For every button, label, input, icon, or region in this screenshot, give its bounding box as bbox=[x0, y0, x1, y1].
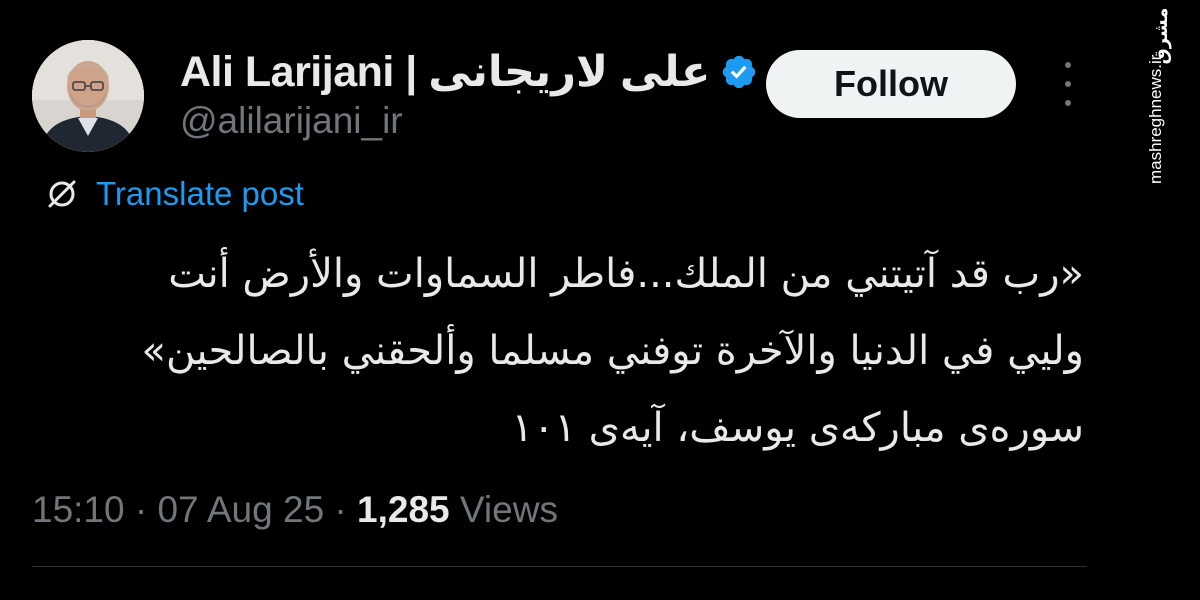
more-dots-icon bbox=[1065, 81, 1071, 87]
author-display-name-row[interactable]: Ali Larijani | علی لاریجانی bbox=[180, 44, 758, 100]
divider bbox=[32, 566, 1087, 567]
post-meta: 15:10 · 07 Aug 25 · 1,285 Views bbox=[32, 486, 558, 534]
post-body: «رب قد آتيتني من الملك...فاطر السماوات و… bbox=[64, 236, 1084, 467]
views-label: Views bbox=[459, 489, 558, 530]
post-line: وليي في الدنيا والآخرة توفني مسلما وألحق… bbox=[141, 328, 1084, 374]
more-dots-icon bbox=[1065, 62, 1071, 68]
author-display-name[interactable]: Ali Larijani | علی لاریجانی bbox=[180, 47, 711, 97]
views-space bbox=[450, 489, 460, 531]
views-count: 1,285 bbox=[357, 489, 450, 530]
author-handle[interactable]: @alilarijani_ir bbox=[180, 100, 403, 142]
avatar-image bbox=[32, 40, 144, 152]
post-date[interactable]: 07 Aug 25 bbox=[157, 489, 324, 531]
more-options-button[interactable] bbox=[1056, 62, 1080, 106]
translate-post-link[interactable]: Translate post bbox=[44, 172, 304, 216]
translate-post-label[interactable]: Translate post bbox=[96, 175, 304, 213]
watermark-logo: مشرق bbox=[1150, 7, 1172, 65]
watermark-url: mashreghnews.ir bbox=[1146, 54, 1165, 184]
meta-separator: · bbox=[324, 489, 358, 530]
post-line: «رب قد آتيتني من الملك...فاطر السماوات و… bbox=[168, 251, 1084, 297]
more-dots-icon bbox=[1065, 100, 1071, 106]
translate-icon bbox=[48, 180, 76, 208]
follow-button[interactable]: Follow bbox=[766, 50, 1016, 118]
verified-badge-icon bbox=[723, 55, 756, 89]
avatar[interactable] bbox=[32, 40, 144, 152]
post-line: سوره‌ی مبارکه‌ی یوسف، آیه‌ی ۱۰۱ bbox=[511, 405, 1085, 451]
post-time[interactable]: 15:10 bbox=[32, 489, 125, 531]
watermark: مشرق mashreghnews.ir bbox=[1136, 7, 1186, 184]
meta-separator: · bbox=[124, 489, 158, 530]
